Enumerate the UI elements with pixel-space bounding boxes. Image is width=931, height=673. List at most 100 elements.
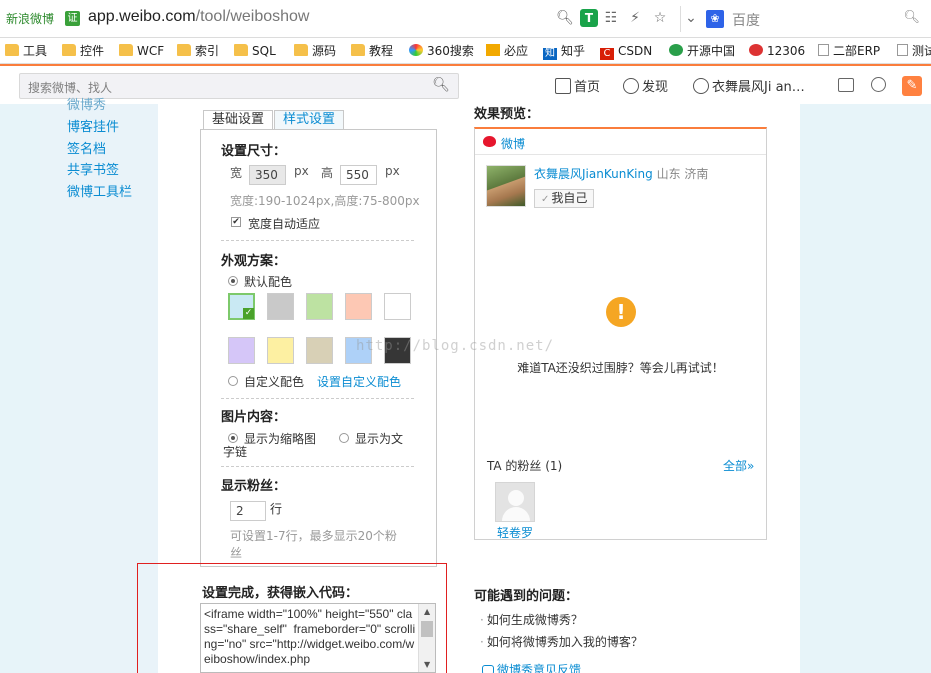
scroll-up-icon[interactable]: ▲ bbox=[424, 607, 430, 616]
custom-color-radio[interactable] bbox=[228, 376, 238, 386]
security-shield-icon[interactable]: T bbox=[580, 9, 598, 27]
fans-all-link[interactable]: 全部» bbox=[723, 457, 754, 474]
folder-icon bbox=[294, 44, 308, 56]
preview-logo-text[interactable]: 微博 bbox=[501, 135, 525, 152]
bookmark-wcf[interactable]: WCF bbox=[119, 42, 164, 60]
default-avatar-head bbox=[508, 490, 524, 506]
page-icon bbox=[818, 44, 829, 56]
tab-basic-settings[interactable]: 基础设置 bbox=[203, 110, 274, 129]
fans-rows-unit: 行 bbox=[270, 502, 283, 516]
bookmark-tools[interactable]: 工具 bbox=[5, 42, 47, 60]
bookmark-controls[interactable]: 控件 bbox=[62, 42, 104, 60]
check-icon: ✓ bbox=[541, 194, 550, 205]
bookmark-erp[interactable]: 二部ERP bbox=[818, 42, 880, 60]
width-label: 宽 bbox=[230, 166, 243, 180]
fan-name-link[interactable]: 轻卷罗 bbox=[497, 524, 533, 541]
preview-user-location: 山东 济南 bbox=[656, 167, 709, 181]
address-bar: 新浪微博 证 app.weibo.com/tool/weiboshow 🔍︎ T… bbox=[0, 0, 931, 38]
empty-message: 难道TA还没织过围脖？等会儿再试试！ bbox=[517, 361, 724, 375]
sidebar-item-signature[interactable]: 签名档 bbox=[67, 138, 106, 157]
site-identity-label: 新浪微博 bbox=[6, 12, 55, 26]
compose-icon[interactable]: ✎ bbox=[902, 76, 922, 96]
bookmark-zhihu[interactable]: 知知乎 bbox=[543, 42, 585, 60]
bookmark-360search[interactable]: 360搜索 bbox=[409, 42, 474, 60]
problem-link-2[interactable]: 如何将微博秀加入我的博客？ bbox=[480, 633, 643, 650]
nav-home[interactable]: 首页 bbox=[555, 76, 600, 95]
sidebar-item-toolbar[interactable]: 微博工具栏 bbox=[67, 181, 132, 200]
url-host: app.weibo.com bbox=[88, 8, 196, 25]
code-scrollbar[interactable]: ▲ ▼ bbox=[418, 604, 435, 672]
sidebar-item-bookmarks[interactable]: 共享书签 bbox=[67, 159, 119, 178]
zoom-icon[interactable]: 🔍︎ bbox=[556, 9, 574, 27]
bookmark-tutorial[interactable]: 教程 bbox=[351, 42, 393, 60]
default-color-radio[interactable] bbox=[228, 276, 238, 286]
avatar[interactable] bbox=[486, 165, 526, 207]
preview-title: 效果预览： bbox=[474, 107, 540, 122]
divider bbox=[680, 6, 681, 32]
color-swatch[interactable] bbox=[267, 293, 294, 320]
color-swatch[interactable] bbox=[306, 337, 333, 364]
problems-title: 可能遇到的问题： bbox=[474, 589, 579, 604]
bookmark-source[interactable]: 源码 bbox=[294, 42, 336, 60]
color-swatch[interactable] bbox=[384, 293, 411, 320]
warning-icon: ! bbox=[606, 297, 636, 327]
color-swatch[interactable] bbox=[306, 293, 333, 320]
speech-bubble-icon bbox=[482, 665, 494, 673]
problem-link-1[interactable]: 如何生成微博秀？ bbox=[480, 611, 583, 628]
custom-color-link[interactable]: 设置自定义配色 bbox=[317, 373, 401, 390]
weibo-logo-icon bbox=[483, 136, 496, 147]
thumbnail-radio[interactable] bbox=[228, 433, 238, 443]
embed-code-textarea[interactable]: <iframe width="100%" height="550" class=… bbox=[200, 603, 436, 673]
bookmark-12306[interactable]: 12306 bbox=[749, 42, 805, 60]
height-input[interactable]: 550 bbox=[340, 165, 377, 185]
bookmark-oschina[interactable]: 开源中国 bbox=[669, 42, 735, 60]
bookmark-index[interactable]: 索引 bbox=[177, 42, 219, 60]
mail-icon[interactable] bbox=[838, 78, 854, 92]
search-engine-box[interactable]: ❀ 百度 🔍︎ bbox=[704, 8, 924, 30]
auto-width-checkbox[interactable]: ✔ bbox=[231, 217, 241, 227]
preview-user-name[interactable]: 衣舞晨风JianKunKing bbox=[534, 167, 653, 181]
bookmark-bing[interactable]: 必应 bbox=[486, 42, 528, 60]
width-input[interactable]: 350 bbox=[249, 165, 286, 185]
scroll-down-icon[interactable]: ▼ bbox=[424, 660, 430, 669]
nav-discover[interactable]: 发现 bbox=[623, 76, 668, 95]
color-swatch[interactable]: ✓ bbox=[228, 293, 255, 320]
divider bbox=[221, 240, 414, 241]
scroll-thumb[interactable] bbox=[421, 621, 433, 637]
bookmark-test[interactable]: 测试 bbox=[897, 42, 931, 60]
self-button[interactable]: ✓ 我自己 bbox=[534, 189, 595, 208]
lightning-icon[interactable]: ⚡︎ bbox=[626, 9, 644, 27]
user-icon bbox=[693, 78, 709, 94]
sidebar-item-blog-widget[interactable]: 博客挂件 bbox=[67, 116, 119, 135]
text-link-radio[interactable] bbox=[339, 433, 349, 443]
image-section-title: 图片内容： bbox=[221, 410, 287, 425]
color-swatch[interactable] bbox=[345, 293, 372, 320]
nav-user[interactable]: 衣舞晨风Ji an… bbox=[693, 76, 805, 95]
search-icon[interactable]: 🔍︎ bbox=[903, 10, 920, 25]
search-icon[interactable]: 🔍︎ bbox=[432, 77, 450, 93]
compass-icon bbox=[623, 78, 639, 94]
fan-avatar[interactable] bbox=[495, 482, 535, 522]
sidebar-item-weiboshow[interactable]: 微博秀 bbox=[67, 94, 106, 113]
feedback-link[interactable]: 微博秀意见反馈 bbox=[482, 661, 581, 673]
chevron-down-icon[interactable]: ⌄ bbox=[682, 9, 700, 27]
url-field[interactable]: app.weibo.com/tool/weiboshow bbox=[88, 8, 309, 26]
verified-icon[interactable]: 证 bbox=[65, 11, 80, 26]
watermark: http://blog.csdn.net/ bbox=[356, 338, 555, 354]
height-unit: px bbox=[385, 164, 400, 178]
color-swatch[interactable] bbox=[228, 337, 255, 364]
qr-code-icon[interactable]: ☷ bbox=[602, 9, 620, 27]
zhihu-icon: 知 bbox=[543, 48, 557, 60]
12306-icon bbox=[749, 44, 763, 56]
gear-icon[interactable] bbox=[871, 77, 886, 92]
tab-style-settings[interactable]: 样式设置 bbox=[274, 110, 345, 129]
home-icon bbox=[555, 78, 571, 94]
bookmark-sql[interactable]: SQL bbox=[234, 42, 276, 60]
star-icon[interactable]: ☆ bbox=[651, 9, 669, 27]
preview-header: 微博 bbox=[475, 129, 766, 155]
fans-rows-input[interactable]: 2 bbox=[230, 501, 266, 521]
preview-user[interactable]: 衣舞晨风JianKunKing 山东 济南 bbox=[534, 165, 708, 182]
color-swatch[interactable] bbox=[267, 337, 294, 364]
default-color-label: 默认配色 bbox=[244, 275, 293, 289]
bookmark-csdn[interactable]: C CSDN bbox=[600, 42, 652, 60]
